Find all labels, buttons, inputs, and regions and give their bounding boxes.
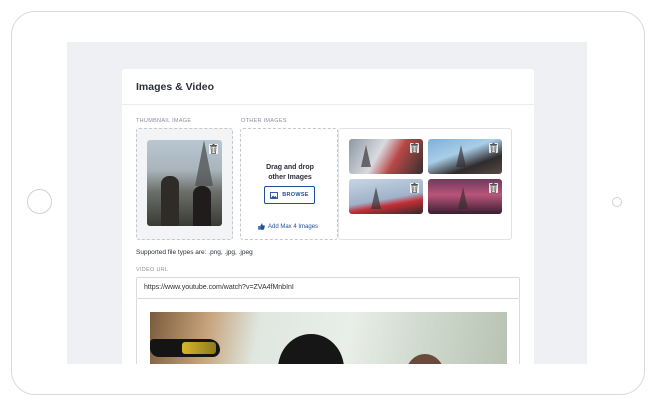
trash-icon[interactable]: [489, 143, 498, 153]
add-max-label: Add Max 4 Images: [268, 223, 319, 230]
browse-button[interactable]: BROWSE: [264, 186, 315, 204]
trash-icon[interactable]: [489, 183, 498, 193]
video-preview: [136, 299, 520, 364]
add-max-hint: Add Max 4 Images: [258, 223, 318, 230]
thumbs-up-icon: [258, 223, 265, 230]
tablet-home-button: [27, 189, 52, 214]
gallery-image[interactable]: [349, 139, 423, 174]
video-url-input[interactable]: https://www.youtube.com/watch?v=ZVA4fMnb…: [136, 277, 520, 299]
thumbnail-dropzone[interactable]: [136, 128, 233, 240]
video-thumbnail[interactable]: [150, 312, 507, 364]
eiffel-tower-shape: [456, 145, 466, 167]
tablet-camera: [612, 197, 622, 207]
supported-file-types: Supported file types are: .png, .jpg, .j…: [136, 249, 253, 256]
other-images-label: OTHER IMAGES: [241, 118, 287, 124]
person-shape: [278, 334, 344, 364]
other-images-dropzone[interactable]: Drag and drop other Images BROWSE Add Ma…: [240, 128, 338, 240]
thumbnail-label: THUMBNAIL IMAGE: [136, 118, 192, 124]
person-shape: [406, 354, 444, 364]
image-icon: [270, 191, 279, 199]
sunglasses-lens: [182, 342, 216, 354]
thumbnail-image: [147, 140, 222, 226]
section-title: Images & Video: [136, 81, 215, 93]
divider: [122, 104, 534, 105]
person-shape: [193, 186, 211, 226]
browse-label: BROWSE: [282, 192, 309, 198]
images-video-card: Images & Video THUMBNAIL IMAGE OTHER IMA…: [122, 69, 534, 364]
trash-icon[interactable]: [410, 143, 419, 153]
other-images-gallery: [338, 128, 512, 240]
gallery-image[interactable]: [428, 139, 502, 174]
drop-instructions: Drag and drop other Images: [241, 163, 339, 183]
app-screen: Images & Video THUMBNAIL IMAGE OTHER IMA…: [67, 42, 587, 364]
eiffel-tower-shape: [371, 187, 381, 209]
trash-icon[interactable]: [209, 144, 218, 154]
drop-text-line2: other Images: [268, 174, 312, 181]
video-url-label: VIDEO URL: [136, 267, 169, 273]
gallery-image[interactable]: [349, 179, 423, 214]
trash-icon[interactable]: [410, 183, 419, 193]
person-shape: [161, 176, 179, 226]
eiffel-tower-shape: [458, 187, 468, 209]
gallery-image[interactable]: [428, 179, 502, 214]
drop-text-line1: Drag and drop: [266, 164, 314, 171]
eiffel-tower-shape: [361, 145, 371, 167]
